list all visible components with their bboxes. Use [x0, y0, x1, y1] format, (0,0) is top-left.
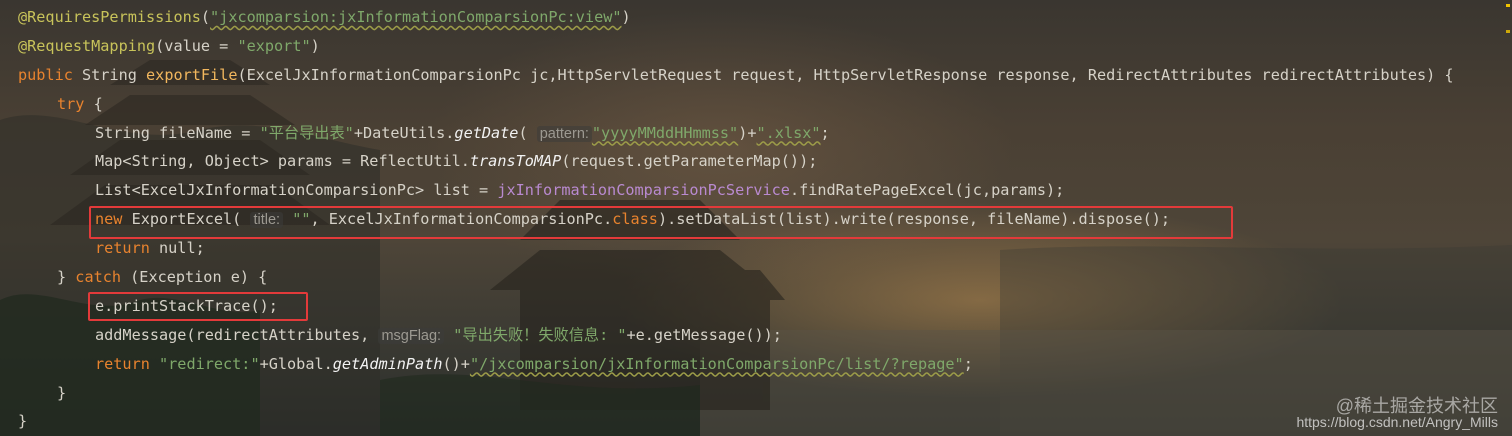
code-line-15: } [18, 412, 28, 431]
code-editor[interactable]: @RequiresPermissions("jxcomparsion:jxInf… [0, 0, 1512, 436]
watermark-source-url: https://blog.csdn.net/Angry_Mills [1296, 414, 1498, 430]
code-line-3: public String exportFile(ExcelJxInformat… [18, 65, 1454, 84]
parameter-hint: msgFlag: [378, 327, 445, 344]
code-line-14: } [57, 383, 67, 402]
code-line-4: try { [57, 94, 103, 113]
code-line-7: List<ExcelJxInformationComparsionPc> lis… [95, 181, 1065, 200]
code-line-2: @RequestMapping(value = "export") [18, 36, 320, 55]
highlight-box-export-line [89, 206, 1233, 239]
code-line-12: addMessage(redirectAttributes, msgFlag: … [95, 325, 782, 344]
scrollbar-marker[interactable] [1506, 4, 1510, 7]
code-line-1: @RequiresPermissions("jxcomparsion:jxInf… [18, 8, 631, 26]
watermark-community: @稀土掘金技术社区 [1335, 396, 1498, 416]
watermark: @稀土掘金技术社区 https://blog.csdn.net/Angry_Mi… [1296, 396, 1498, 430]
code-line-10: } catch (Exception e) { [57, 268, 268, 287]
code-line-6: Map<String, Object> params = ReflectUtil… [95, 152, 818, 171]
code-line-13: return "redirect:"+Global.getAdminPath()… [95, 354, 973, 373]
scrollbar-marker[interactable] [1506, 30, 1510, 33]
code-line-5: String fileName = "平台导出表"+DateUtils.getD… [95, 123, 830, 142]
highlight-box-print-stack-trace [88, 292, 308, 321]
parameter-hint: pattern: [536, 125, 592, 142]
